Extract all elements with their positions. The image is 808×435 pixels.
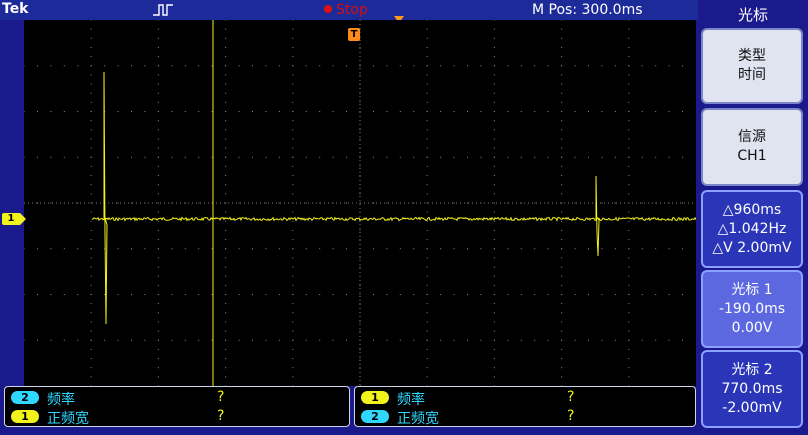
measurement-value: ? [217, 389, 225, 405]
cursor-2-time: 770.0ms [721, 380, 783, 397]
measurement-row: 2 频率 ? [11, 389, 341, 408]
cursor-1-button[interactable]: 光标 1 -190.0ms 0.00V [701, 270, 803, 348]
delta-time: △960ms [722, 201, 782, 218]
waveform-canvas [24, 20, 696, 386]
cursor-source-button[interactable]: 信源 CH1 [701, 108, 803, 186]
cursor-2-button[interactable]: 光标 2 770.0ms -2.00mV [701, 350, 803, 428]
measurement-name: 正频宽 [47, 411, 89, 427]
measurement-name: 正频宽 [397, 411, 439, 427]
menu-label: 光标 2 [731, 361, 773, 378]
cursor-1-time: -190.0ms [718, 300, 786, 317]
cursor-2-voltage: -2.00mV [722, 399, 782, 416]
measurement-value: ? [567, 389, 575, 405]
ch1-ground-marker[interactable]: 1 [2, 213, 26, 225]
measurement-panel-right: 1 频率 ? 2 正频宽 ? [354, 386, 696, 427]
brand-logo: Tek [2, 1, 29, 17]
rising-edge-pulse-icon [153, 4, 173, 16]
status-bar: Tek Stop M Pos: 300.0ms [0, 0, 698, 20]
delta-voltage: △V 2.00mV [712, 239, 792, 256]
measurement-name: 频率 [397, 392, 425, 408]
delta-frequency: △1.042Hz [717, 220, 787, 237]
measurement-value: ? [567, 408, 575, 424]
measurement-name: 频率 [47, 392, 75, 408]
cursor-delta-readout: △960ms △1.042Hz △V 2.00mV [701, 190, 803, 268]
menu-label: 类型 [738, 48, 766, 64]
measurement-value: ? [217, 408, 225, 424]
horizontal-position: M Pos: 300.0ms [532, 2, 643, 18]
menu-label: 光标 1 [731, 281, 773, 298]
run-state: Stop [336, 2, 368, 18]
ch1-trace [91, 71, 696, 325]
trigger-marker: T [348, 28, 360, 41]
measurement-panel-left: 2 频率 ? 1 正频宽 ? [4, 386, 350, 427]
measurement-row: 2 正频宽 ? [361, 408, 691, 427]
cursor-type-button[interactable]: 类型 时间 [701, 28, 803, 104]
measurement-row: 1 频率 ? [361, 389, 691, 408]
stop-indicator-icon [324, 5, 332, 13]
measurement-row: 1 正频宽 ? [11, 408, 341, 427]
ch2-badge: 2 [11, 391, 39, 404]
menu-title: 光标 [737, 6, 768, 24]
cursor-menu: 光标 类型 时间 信源 CH1 △960ms △1.042Hz △V 2.00m… [698, 0, 808, 435]
menu-value: CH1 [737, 148, 767, 164]
cursor-1-voltage: 0.00V [731, 319, 773, 336]
waveform-display [24, 20, 696, 386]
ch2-badge: 2 [361, 410, 389, 423]
ch1-badge: 1 [11, 410, 39, 423]
menu-value: 时间 [738, 67, 766, 83]
bottom-strip [0, 428, 698, 435]
ch1-badge: 1 [361, 391, 389, 404]
menu-label: 信源 [738, 129, 766, 145]
